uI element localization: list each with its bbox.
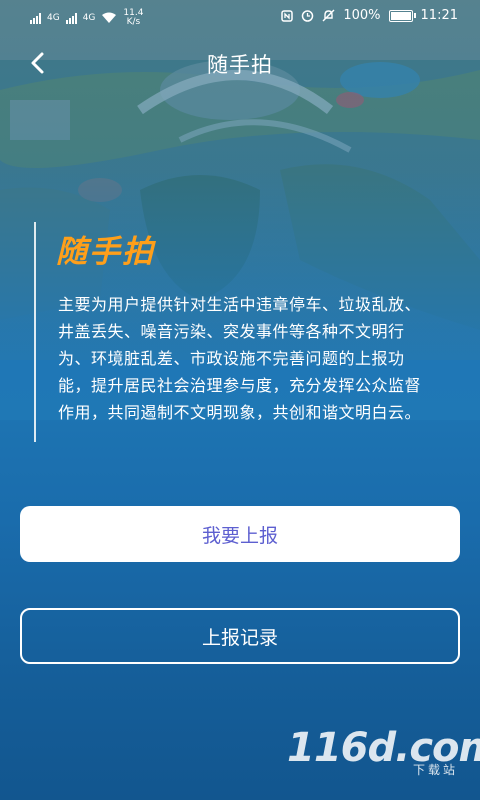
feature-title: 随手拍 <box>56 234 155 270</box>
report-button[interactable]: 我要上报 <box>20 506 460 562</box>
alarm-icon <box>302 10 314 22</box>
wifi-icon <box>102 12 117 23</box>
watermark-sub: 下载站 <box>412 763 458 777</box>
feature-intro: 随手拍 主要为用户提供针对生活中违章停车、垃圾乱放、井盖丢失、噪音污染、突发事件… <box>34 222 446 442</box>
screen: 4G 4G 11.4 K/s 100% 11:21 随手拍 随手拍 主要为用户提… <box>0 0 480 800</box>
watermark-logo: 116d.com 下载站 <box>287 725 480 783</box>
signal-icon <box>30 12 41 24</box>
network-type-1: 4G <box>47 12 60 23</box>
report-records-button[interactable]: 上报记录 <box>20 608 460 664</box>
signal-icon-2 <box>65 12 77 24</box>
clock: 11:21 <box>420 8 458 23</box>
battery-percent: 100% <box>343 8 381 23</box>
battery-icon <box>388 9 416 22</box>
network-speed-unit: K/s <box>126 17 141 27</box>
mute-icon <box>322 9 335 22</box>
status-bar: 4G 4G 11.4 K/s 100% 11:21 <box>0 0 480 32</box>
nfc-icon <box>281 9 294 22</box>
page-title: 随手拍 <box>207 53 273 77</box>
network-type-2: 4G <box>82 12 96 23</box>
feature-description: 主要为用户提供针对生活中违章停车、垃圾乱放、井盖丢失、噪音污染、突发事件等各种不… <box>58 295 422 422</box>
